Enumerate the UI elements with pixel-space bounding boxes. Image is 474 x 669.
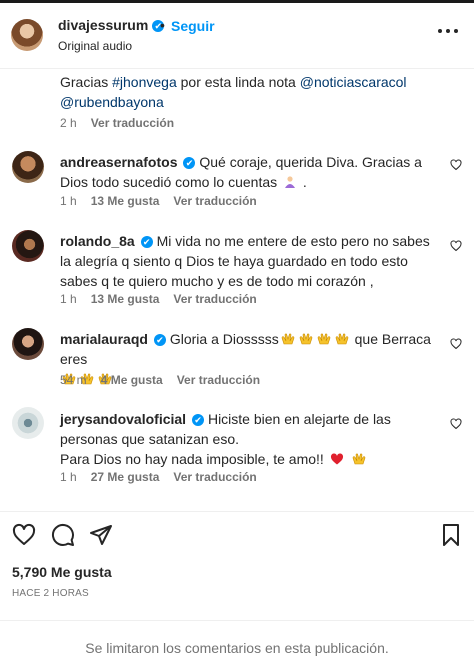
share-paper-plane-icon[interactable]: [89, 523, 113, 547]
comment-username[interactable]: andreasernafotos: [60, 154, 177, 170]
post-likes-count[interactable]: 5,790 Me gusta: [12, 564, 112, 580]
commenter-avatar[interactable]: [12, 230, 44, 262]
caption-text: Gracias #jhonvega por esta linda nota @n…: [60, 74, 407, 110]
hashtag-link[interactable]: #jhonvega: [112, 74, 177, 90]
author-avatar[interactable]: [11, 19, 43, 51]
translate-button[interactable]: Ver traducción: [177, 373, 260, 387]
comment-text: jerysandovaloficial ✔ Hiciste bien en ale…: [60, 411, 391, 467]
comment-likes[interactable]: 4 Me gusta: [101, 373, 163, 387]
translate-button[interactable]: Ver traducción: [173, 292, 256, 306]
like-heart-icon[interactable]: [12, 523, 36, 547]
follow-button[interactable]: Seguir: [171, 18, 215, 34]
post-timestamp[interactable]: HACE 2 HORAS: [12, 588, 89, 599]
comment-likes[interactable]: 27 Me gusta: [91, 470, 160, 484]
commenter-avatar[interactable]: [12, 328, 44, 360]
raising-hands-emoji-icon: [317, 333, 331, 345]
save-bookmark-icon[interactable]: [439, 523, 463, 547]
post-header: divajessurum ✔ • Seguir Original audio: [0, 3, 474, 69]
commenter-avatar[interactable]: [12, 407, 44, 439]
verified-badge-icon: ✔: [140, 236, 153, 248]
comment-meta: 1 h 27 Me gusta Ver traducción: [60, 470, 257, 484]
comment-meta: 1 h 13 Me gusta Ver traducción: [60, 292, 257, 306]
audio-label[interactable]: Original audio: [58, 39, 132, 53]
comment-likes[interactable]: 13 Me gusta: [91, 194, 160, 208]
verified-badge-icon: ✔: [183, 157, 196, 169]
author-username[interactable]: divajessurum ✔: [58, 17, 165, 33]
caption-time: 2 h: [60, 116, 77, 130]
raising-hands-emoji-icon: [299, 333, 313, 345]
like-comment-heart-icon[interactable]: [450, 338, 462, 350]
footer-divider: [0, 620, 474, 621]
comment-username[interactable]: rolando_8a: [60, 233, 135, 249]
mention-link[interactable]: @noticiascaracol: [300, 74, 407, 90]
comment-likes[interactable]: 13 Me gusta: [91, 292, 160, 306]
translate-button[interactable]: Ver traducción: [173, 194, 256, 208]
raising-hands-emoji-icon: [335, 333, 349, 345]
comment-text: andreasernafotos ✔ Qué coraje, querida Di…: [60, 154, 422, 190]
raising-hands-emoji-icon: [352, 453, 365, 465]
comment-bubble-icon[interactable]: [51, 523, 75, 547]
comment-username[interactable]: marialauraqd: [60, 331, 148, 347]
comment-username[interactable]: jerysandovaloficial: [60, 411, 186, 427]
like-comment-heart-icon[interactable]: [450, 240, 462, 252]
verified-badge-icon: ✔: [153, 334, 166, 346]
comment-meta: 54 m4 Me gusta Ver traducción: [60, 373, 261, 387]
separator-dot: •: [160, 17, 165, 33]
raising-hands-emoji-icon: [281, 333, 295, 345]
comment-text: rolando_8a ✔ Mi vida no me entere de esto…: [60, 233, 430, 289]
translate-button[interactable]: Ver traducción: [91, 116, 174, 130]
actions-divider: [0, 511, 474, 512]
caption-meta: 2 h Ver traducción: [60, 116, 174, 130]
commenter-avatar[interactable]: [12, 151, 44, 183]
comments-limited-notice: Se limitaron los comentarios en esta pub…: [85, 640, 389, 656]
mention-link[interactable]: @rubendbayona: [60, 94, 164, 110]
like-comment-heart-icon[interactable]: [450, 418, 462, 430]
verified-badge-icon: ✔: [192, 414, 205, 426]
more-options-icon[interactable]: [438, 27, 458, 35]
praying-woman-emoji-icon: [285, 176, 296, 188]
comment-meta: 1 h 13 Me gusta Ver traducción: [60, 194, 257, 208]
red-heart-emoji-icon: [330, 453, 343, 465]
like-comment-heart-icon[interactable]: [450, 159, 462, 171]
translate-button[interactable]: Ver traducción: [173, 470, 256, 484]
